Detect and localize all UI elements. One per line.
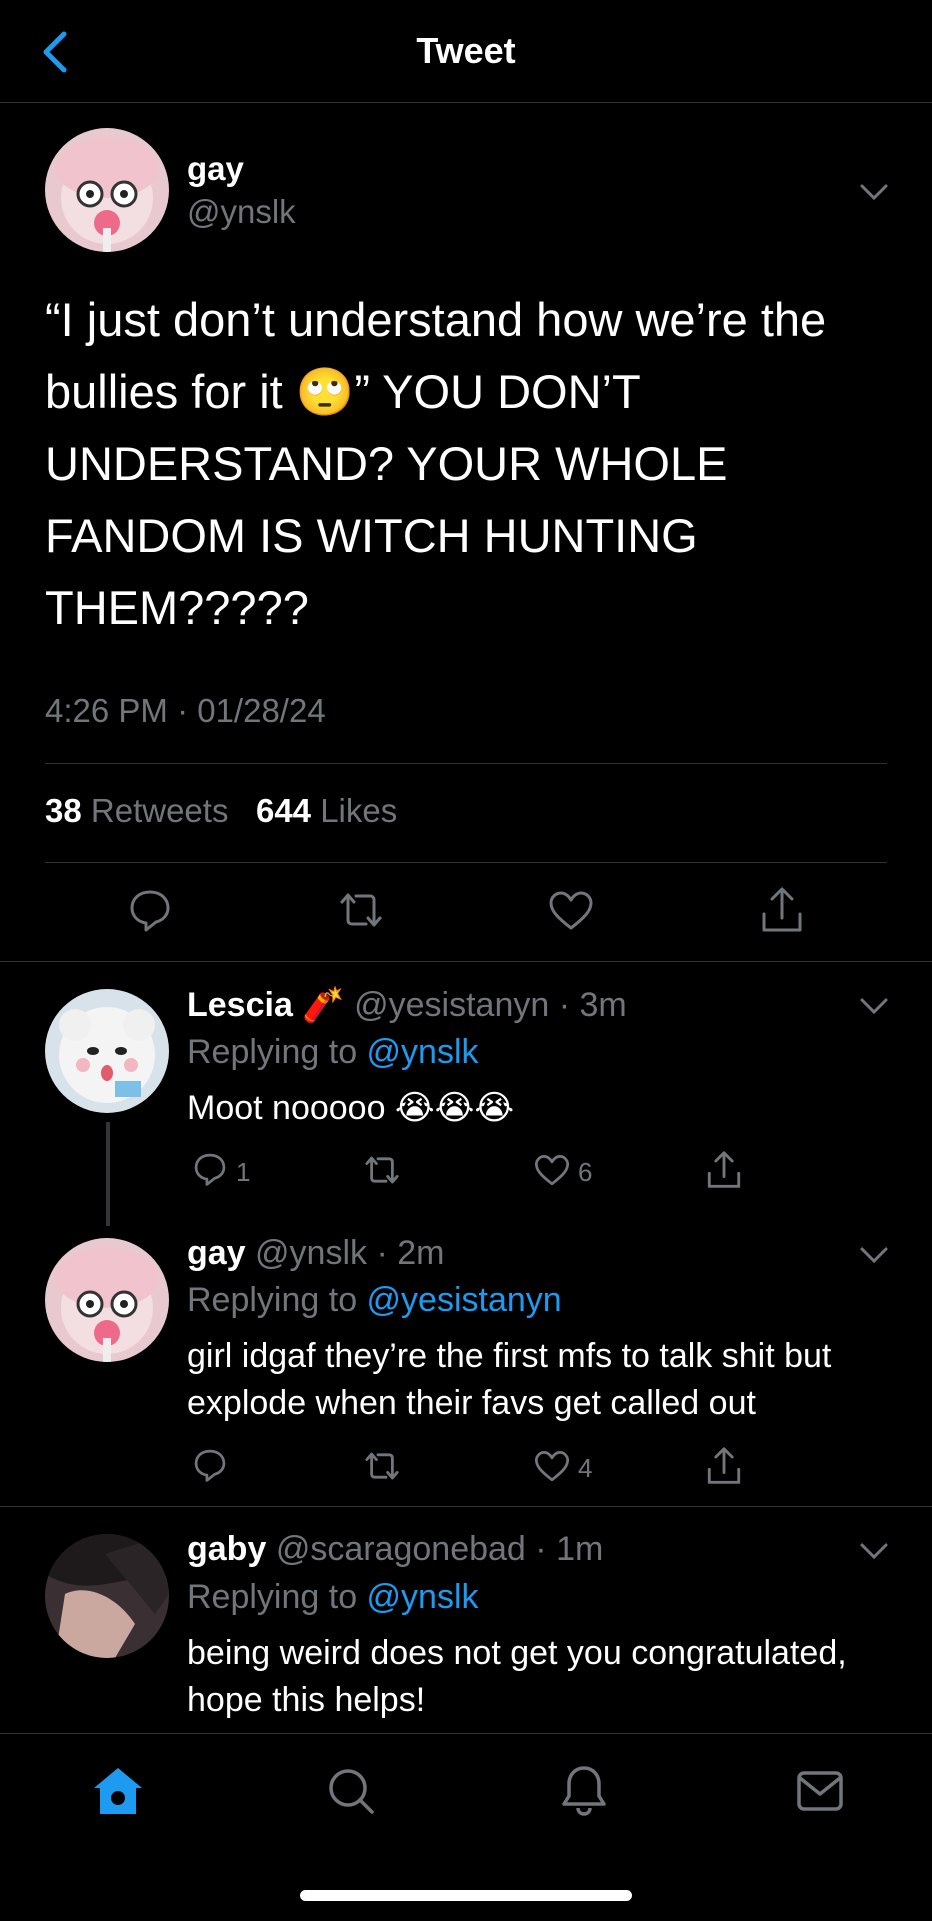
tweet-text: “I just don’t understand how we’re the b…: [45, 293, 827, 634]
share-icon[interactable]: [706, 1150, 742, 1190]
reply-header: gay @ynslk · 2m: [187, 1234, 445, 1272]
eye-roll-emoji: 🙄: [295, 365, 355, 418]
retweets-label[interactable]: Retweets: [91, 792, 229, 829]
reply-time: 3m: [579, 986, 627, 1024]
reply-author-name[interactable]: Lescia: [187, 986, 293, 1024]
like-heart-icon[interactable]: [534, 1450, 570, 1483]
replying-to-link[interactable]: @ynslk: [367, 1578, 479, 1616]
reply-icon[interactable]: [193, 1448, 227, 1482]
reply-author-name[interactable]: gay: [187, 1234, 246, 1272]
likes-count[interactable]: 644: [256, 792, 311, 829]
firecracker-emoji: 🧨: [302, 986, 345, 1024]
replying-to: Replying to @yesistanyn: [187, 1281, 562, 1319]
retweet-icon[interactable]: [362, 1450, 402, 1482]
share-icon[interactable]: [706, 1446, 742, 1486]
chevron-down-icon[interactable]: [858, 182, 890, 202]
reply-time: 1m: [556, 1530, 604, 1568]
reply-header: gaby @scaragonebad · 1m: [187, 1530, 604, 1568]
reply-author-name[interactable]: gaby: [187, 1530, 266, 1568]
reply-avatar[interactable]: [45, 989, 169, 1113]
reply-text: girl idgaf they’re the first mfs to talk…: [187, 1337, 832, 1422]
notifications-bell-icon[interactable]: [560, 1764, 608, 1816]
author-name[interactable]: gay: [187, 150, 244, 188]
like-heart-icon[interactable]: [534, 1154, 570, 1187]
reply-header: Lescia 🧨 @yesistanyn · 3m: [187, 986, 627, 1024]
top-header: Tweet: [0, 0, 932, 103]
divider: [0, 1506, 932, 1507]
replying-to: Replying to @ynslk: [187, 1578, 479, 1616]
reply-text: Moot nooooo 😭😭😭: [187, 1089, 515, 1127]
reply-time: 2m: [397, 1234, 445, 1272]
divider: [0, 961, 932, 962]
chevron-down-icon[interactable]: [858, 996, 890, 1016]
like-heart-icon[interactable]: [548, 890, 594, 932]
author-handle[interactable]: @ynslk: [187, 193, 296, 231]
like-count: 4: [578, 1453, 593, 1483]
reply-avatar[interactable]: [45, 1534, 169, 1658]
divider: [45, 763, 887, 764]
divider: [45, 862, 887, 863]
thread-line: [106, 1122, 110, 1226]
tweet-timestamp: 4:26 PM · 01/28/24: [45, 692, 326, 729]
home-icon[interactable]: [92, 1766, 144, 1816]
author-avatar[interactable]: [45, 128, 169, 252]
replying-to: Replying to @ynslk: [187, 1033, 479, 1071]
retweet-icon[interactable]: [362, 1154, 402, 1186]
tweet-stats: 38 Retweets 644 Likes: [45, 792, 397, 830]
home-indicator[interactable]: [300, 1890, 632, 1901]
reply-avatar[interactable]: [45, 1238, 169, 1362]
replying-to-link[interactable]: @yesistanyn: [367, 1281, 562, 1319]
reply-author-handle[interactable]: @yesistanyn: [354, 986, 549, 1024]
chevron-down-icon[interactable]: [858, 1245, 890, 1265]
reply-text: being weird does not get you congratulat…: [187, 1634, 847, 1719]
like-count: 6: [578, 1157, 593, 1187]
reply-icon[interactable]: [193, 1152, 227, 1186]
messages-mail-icon[interactable]: [796, 1770, 844, 1812]
reply-icon[interactable]: [128, 888, 172, 932]
share-icon[interactable]: [760, 886, 804, 934]
reply-count: 1: [236, 1157, 251, 1187]
replying-to-link[interactable]: @ynslk: [367, 1033, 479, 1071]
chevron-down-icon[interactable]: [858, 1541, 890, 1561]
reply-author-handle[interactable]: @ynslk: [255, 1234, 367, 1272]
retweets-count[interactable]: 38: [45, 792, 82, 829]
likes-label[interactable]: Likes: [320, 792, 397, 829]
page-title: Tweet: [416, 30, 516, 71]
search-icon[interactable]: [326, 1766, 376, 1816]
retweet-icon[interactable]: [336, 890, 386, 930]
reply-author-handle[interactable]: @scaragonebad: [276, 1530, 526, 1568]
